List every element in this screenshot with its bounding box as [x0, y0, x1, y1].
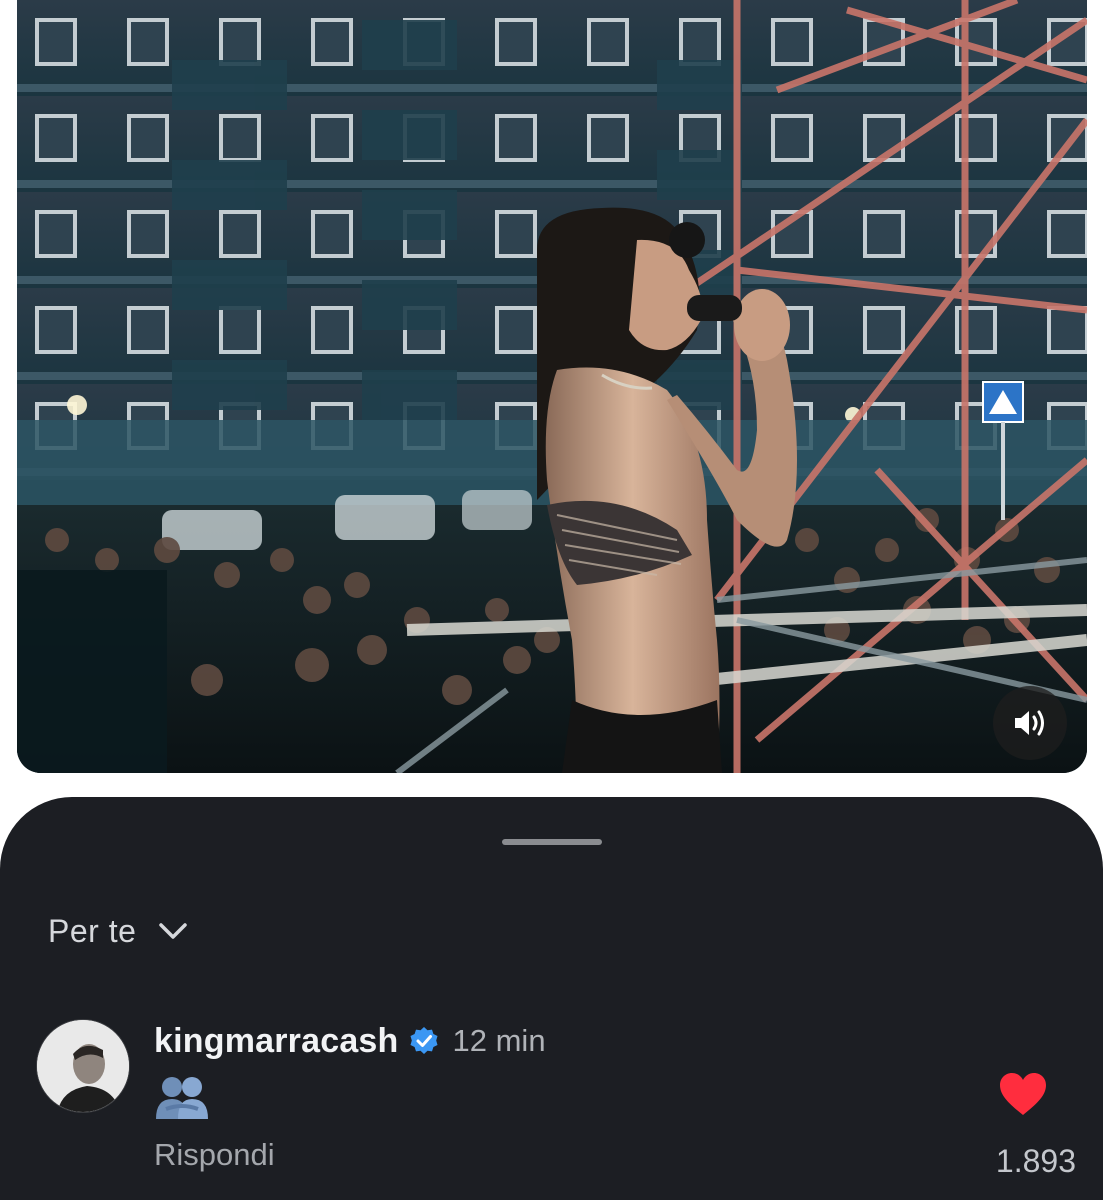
comment-item: kingmarracash 12 min Rispondi 1.893: [36, 1019, 1076, 1189]
sheet-grabber[interactable]: [502, 839, 602, 845]
heart-filled-icon[interactable]: [998, 1071, 1048, 1117]
verified-badge-icon: [410, 1027, 438, 1054]
avatar[interactable]: [36, 1019, 130, 1113]
avatar-image: [37, 1020, 129, 1112]
comment-timestamp: 12 min: [452, 1023, 546, 1058]
video-frame: [17, 0, 1087, 773]
comment-body: [154, 1075, 214, 1125]
comment-header: kingmarracash 12 min: [154, 1021, 546, 1061]
like-count: 1.893: [995, 1143, 1076, 1179]
people-hugging-emoji: [156, 1077, 208, 1119]
chevron-down-icon: [159, 923, 188, 939]
comment-username[interactable]: kingmarracash: [154, 1022, 399, 1061]
reply-button[interactable]: Rispondi: [154, 1137, 275, 1173]
page: Per te kingmarracash 12 min Rispondi 1.8…: [0, 0, 1103, 1200]
sound-toggle-button[interactable]: [993, 686, 1067, 760]
speaker-volume-icon: [1015, 710, 1044, 736]
feed-filter-dropdown[interactable]: Per te: [48, 909, 188, 953]
comments-sheet: Per te kingmarracash 12 min Rispondi 1.8…: [0, 797, 1103, 1200]
feed-filter-label: Per te: [48, 912, 137, 949]
video-player[interactable]: [17, 0, 1087, 773]
